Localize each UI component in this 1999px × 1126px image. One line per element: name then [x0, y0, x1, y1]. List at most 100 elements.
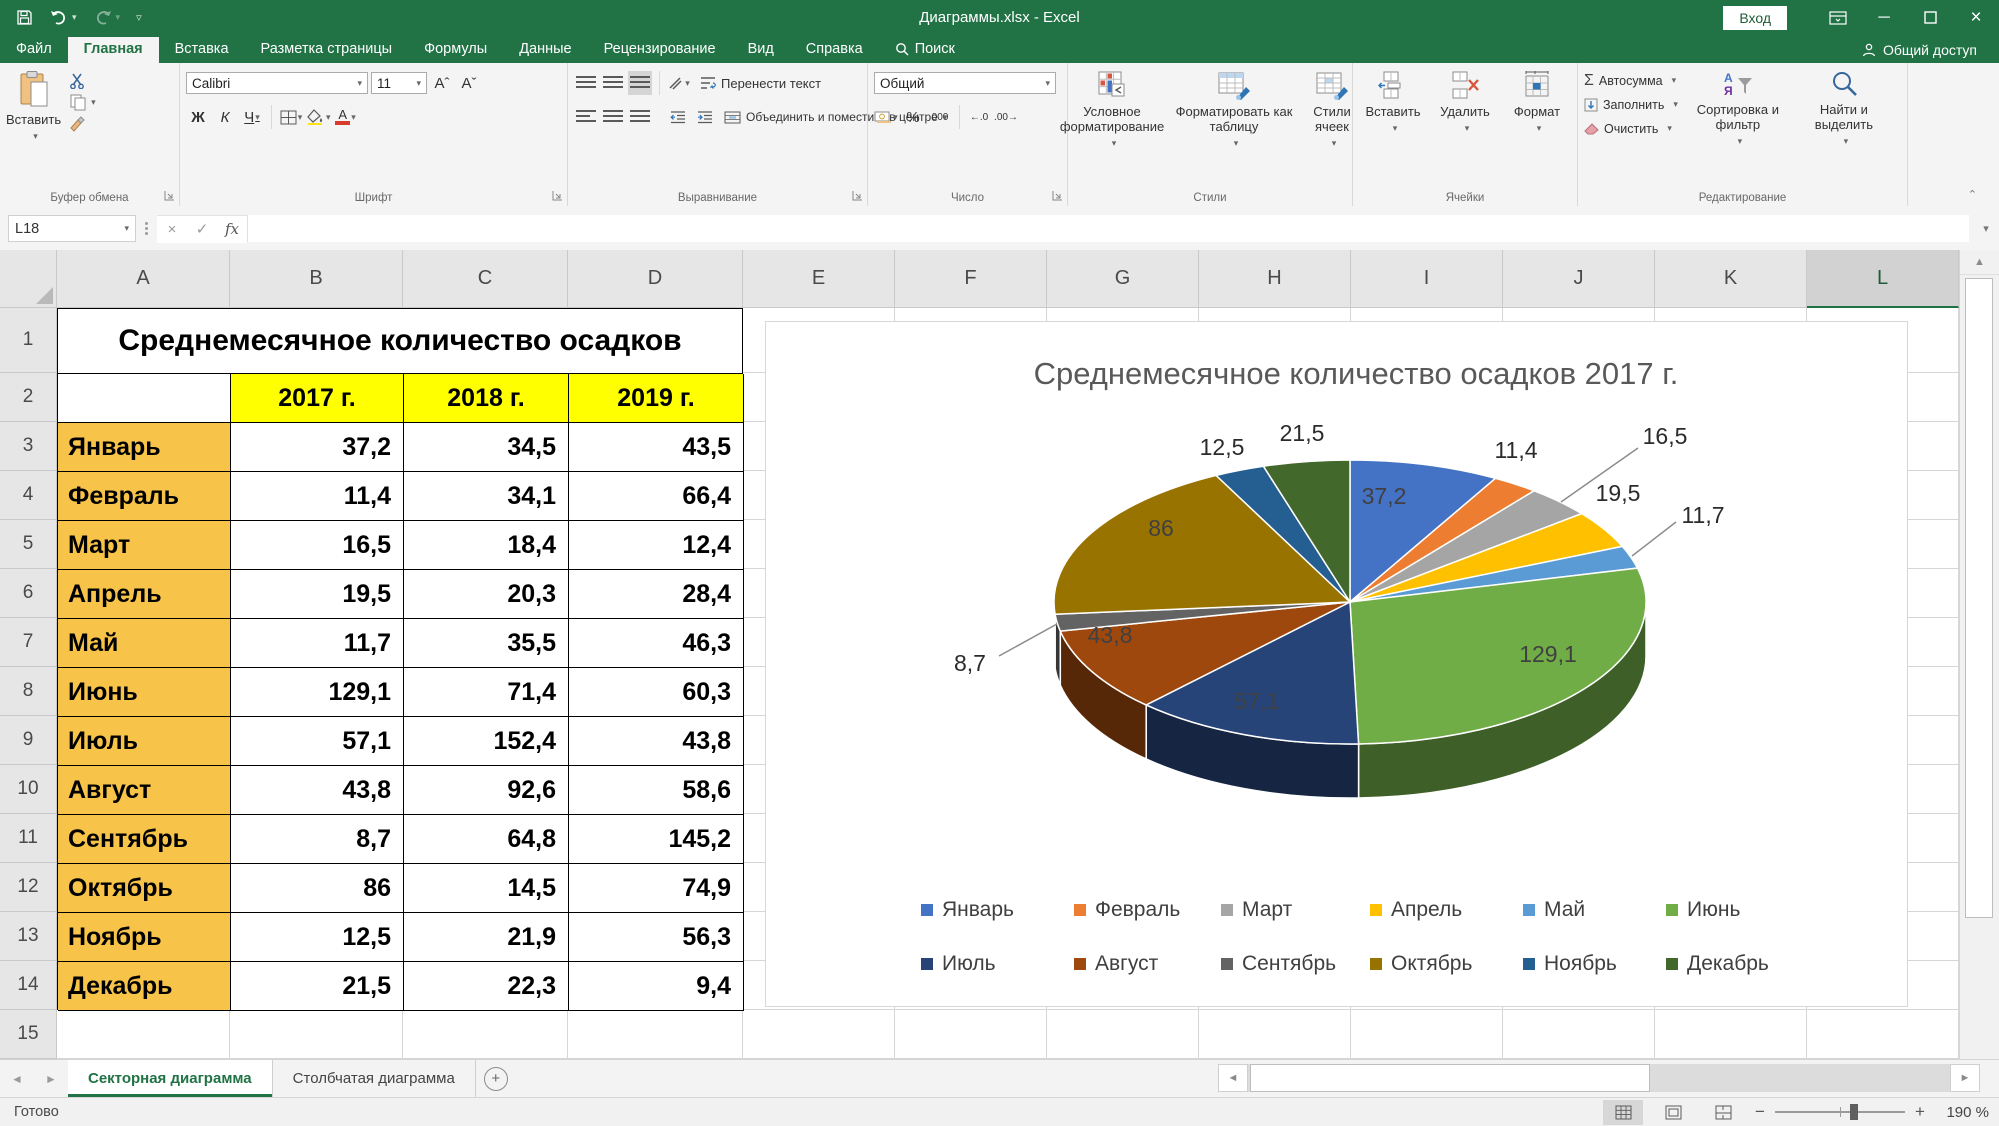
zoom-level[interactable]: 190 % [1937, 1104, 1989, 1121]
italic-button[interactable]: К [213, 105, 237, 129]
worksheet-grid[interactable]: ABCDEFGHIJKL 123456789101112131415 Средн… [0, 250, 1959, 1059]
ribbon-display-options-icon[interactable] [1815, 0, 1861, 35]
align-bottom-button[interactable] [628, 71, 652, 95]
value-2018-Май[interactable]: 35,5 [404, 619, 569, 668]
row-header-14[interactable]: 14 [0, 961, 57, 1010]
format-as-table-button[interactable]: Форматировать как таблицу ▾ [1175, 70, 1293, 186]
page-layout-view-button[interactable] [1653, 1100, 1693, 1125]
month-cell-Октябрь[interactable]: Октябрь [58, 864, 231, 913]
legend-label-Ноябрь[interactable]: Ноябрь [1544, 952, 1617, 975]
cut-button[interactable] [69, 73, 96, 89]
row-header-7[interactable]: 7 [0, 618, 57, 667]
value-2017-Май[interactable]: 11,7 [231, 619, 404, 668]
month-cell-Январь[interactable]: Январь [58, 423, 231, 472]
new-sheet-button[interactable]: + [476, 1060, 516, 1097]
value-2017-Апрель[interactable]: 19,5 [231, 570, 404, 619]
bold-button[interactable]: Ж [186, 105, 210, 129]
increase-decimal-button[interactable]: ←.0 [967, 105, 991, 129]
legend-swatch-Ноябрь[interactable] [1523, 958, 1535, 970]
data-label-Июль[interactable]: 57,1 [1235, 688, 1280, 714]
value-2019-Декабрь[interactable]: 9,4 [569, 962, 744, 1011]
comma-style-button[interactable]: 000 [928, 105, 952, 129]
confirm-entry-icon[interactable]: ✓ [187, 215, 217, 243]
cell-G15[interactable] [1047, 1010, 1199, 1059]
value-2019-Июль[interactable]: 43,8 [569, 717, 744, 766]
column-header-C[interactable]: C [403, 250, 568, 308]
value-2018-Ноябрь[interactable]: 21,9 [404, 913, 569, 962]
legend-swatch-Июнь[interactable] [1666, 904, 1678, 916]
data-label-Август[interactable]: 43,8 [1088, 622, 1133, 648]
vertical-scrollbar[interactable]: ▲ [1959, 250, 1999, 1059]
fill-color-button[interactable]: ▾ [306, 105, 331, 129]
sheet-tab-Секторная диаграмма[interactable]: Секторная диаграмма [68, 1060, 273, 1097]
row-header-8[interactable]: 8 [0, 667, 57, 716]
value-2017-Февраль[interactable]: 11,4 [231, 472, 404, 521]
number-format-select[interactable]: Общий▾ [874, 72, 1056, 94]
insert-cells-button[interactable]: Вставить ▾ [1359, 70, 1427, 186]
data-label-Март[interactable]: 16,5 [1643, 423, 1688, 449]
data-label-Январь[interactable]: 37,2 [1362, 483, 1407, 509]
name-box-caret-icon[interactable]: ▾ [124, 223, 129, 234]
month-cell-Ноябрь[interactable]: Ноябрь [58, 913, 231, 962]
value-2018-Сентябрь[interactable]: 64,8 [404, 815, 569, 864]
cell-A15[interactable] [57, 1010, 230, 1059]
legend-swatch-Июль[interactable] [921, 958, 933, 970]
sheet-nav-right-icon[interactable]: ► [34, 1060, 68, 1097]
decrease-decimal-button[interactable]: .00→ [994, 105, 1018, 129]
copy-caret-icon[interactable]: ▾ [91, 97, 96, 108]
legend-label-Апрель[interactable]: Апрель [1391, 898, 1462, 921]
vertical-scroll-thumb[interactable] [1965, 278, 1993, 918]
cell-I15[interactable] [1351, 1010, 1503, 1059]
value-2018-Январь[interactable]: 34,5 [404, 423, 569, 472]
cancel-entry-icon[interactable]: × [157, 215, 187, 243]
row-header-10[interactable]: 10 [0, 765, 57, 814]
redo-caret-icon[interactable]: ▾ [116, 12, 121, 23]
align-middle-button[interactable] [601, 71, 625, 95]
name-box[interactable]: L18 ▾ [8, 215, 136, 242]
month-cell-Сентябрь[interactable]: Сентябрь [58, 815, 231, 864]
legend-label-Июль[interactable]: Июль [942, 952, 996, 975]
align-top-button[interactable] [574, 71, 598, 95]
alignment-dialog-launcher-icon[interactable] [852, 190, 864, 202]
insert-function-icon[interactable]: fx [217, 215, 247, 243]
legend-swatch-Октябрь[interactable] [1370, 958, 1382, 970]
value-2017-Июнь[interactable]: 129,1 [231, 668, 404, 717]
font-color-button[interactable]: А ▾ [334, 105, 358, 129]
clipboard-dialog-launcher-icon[interactable] [164, 190, 176, 202]
horizontal-scroll-thumb[interactable] [1250, 1064, 1650, 1092]
value-2019-Январь[interactable]: 43,5 [569, 423, 744, 472]
value-2017-Январь[interactable]: 37,2 [231, 423, 404, 472]
zoom-slider[interactable]: − + [1753, 1102, 1927, 1122]
legend-label-Январь[interactable]: Январь [942, 898, 1014, 921]
legend-swatch-Май[interactable] [1523, 904, 1535, 916]
row-header-6[interactable]: 6 [0, 569, 57, 618]
ribbon-tab-Рецензирование[interactable]: Рецензирование [588, 37, 732, 63]
value-2018-Апрель[interactable]: 20,3 [404, 570, 569, 619]
ribbon-tab-Вид[interactable]: Вид [732, 37, 790, 63]
percent-style-button[interactable]: % [901, 105, 925, 129]
cell-F15[interactable] [895, 1010, 1047, 1059]
column-header-G[interactable]: G [1047, 250, 1199, 308]
ribbon-tab-Вставка[interactable]: Вставка [159, 37, 245, 63]
data-label-Июнь[interactable]: 129,1 [1519, 641, 1577, 667]
year-header-2017 г.[interactable]: 2017 г. [231, 374, 404, 423]
sheet-tab-Столбчатая диаграмма[interactable]: Столбчатая диаграмма [273, 1060, 476, 1097]
month-cell-Декабрь[interactable]: Декабрь [58, 962, 231, 1011]
redo-button[interactable]: ▾ [93, 10, 121, 26]
clear-button[interactable]: Очистить▾ [1584, 118, 1678, 139]
row-header-9[interactable]: 9 [0, 716, 57, 765]
format-cells-button[interactable]: Формат ▾ [1503, 70, 1571, 186]
legend-label-Май[interactable]: Май [1544, 898, 1585, 921]
column-header-K[interactable]: K [1655, 250, 1807, 308]
share-button[interactable]: Общий доступ [1862, 42, 1999, 63]
row-header-2[interactable]: 2 [0, 373, 57, 422]
sign-in-button[interactable]: Вход [1723, 6, 1787, 30]
zoom-in-icon[interactable]: + [1913, 1102, 1927, 1122]
value-2018-Июнь[interactable]: 71,4 [404, 668, 569, 717]
data-label-Декабрь[interactable]: 21,5 [1280, 420, 1325, 446]
value-2018-Март[interactable]: 18,4 [404, 521, 569, 570]
legend-swatch-Сентябрь[interactable] [1221, 958, 1233, 970]
ribbon-tab-Справка[interactable]: Справка [790, 37, 879, 63]
column-header-L[interactable]: L [1807, 250, 1959, 308]
legend-label-Декабрь[interactable]: Декабрь [1687, 952, 1769, 975]
